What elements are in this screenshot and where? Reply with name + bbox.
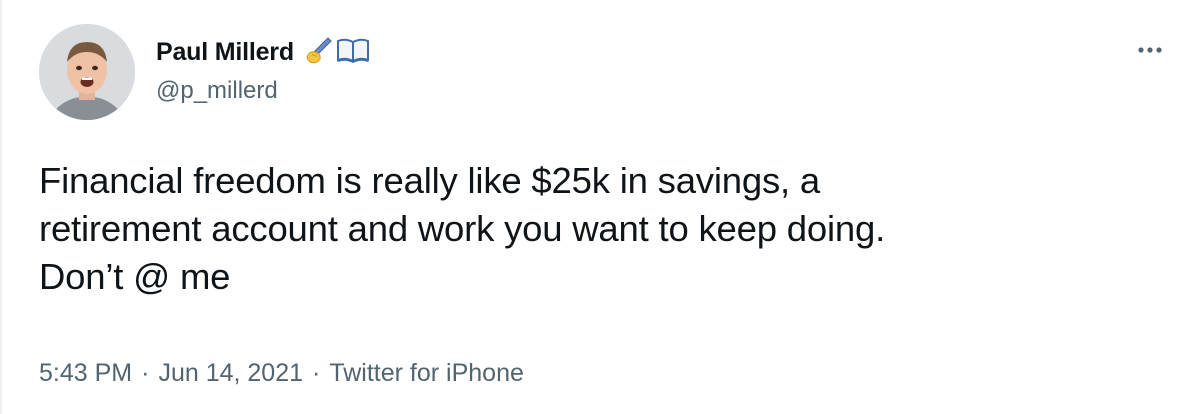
meta-separator: · <box>141 359 150 387</box>
author-handle[interactable]: @p_millerd <box>156 77 278 105</box>
tweet-text-line: Don’t @ me <box>39 256 231 297</box>
tweet-text-line: Financial freedom is really like $25k in… <box>39 160 821 201</box>
open-book-icon <box>336 36 370 69</box>
meta-separator: · <box>312 359 321 387</box>
more-horizontal-icon <box>1138 40 1162 58</box>
tweet-text-line: retirement account and work you want to … <box>39 208 886 249</box>
avatar[interactable] <box>39 24 135 120</box>
more-options-button[interactable] <box>1122 36 1178 62</box>
tweet-text: Financial freedom is really like $25k in… <box>39 157 1159 301</box>
tweet-card: Paul Millerd @p_millerd Financial freedo… <box>0 0 1196 414</box>
tweet-metadata: 5:43 PM · Jun 14, 2021 · Twitter for iPhone <box>39 359 524 388</box>
author-name-row: Paul Millerd <box>156 34 370 70</box>
writing-hand-icon <box>304 35 334 70</box>
display-name[interactable]: Paul Millerd <box>156 38 294 67</box>
avatar-image <box>39 24 135 120</box>
tweet-date[interactable]: Jun 14, 2021 <box>158 359 303 387</box>
tweet-time[interactable]: 5:43 PM <box>39 359 132 387</box>
tweet-source[interactable]: Twitter for iPhone <box>329 359 524 387</box>
name-emoji-group <box>304 35 370 70</box>
